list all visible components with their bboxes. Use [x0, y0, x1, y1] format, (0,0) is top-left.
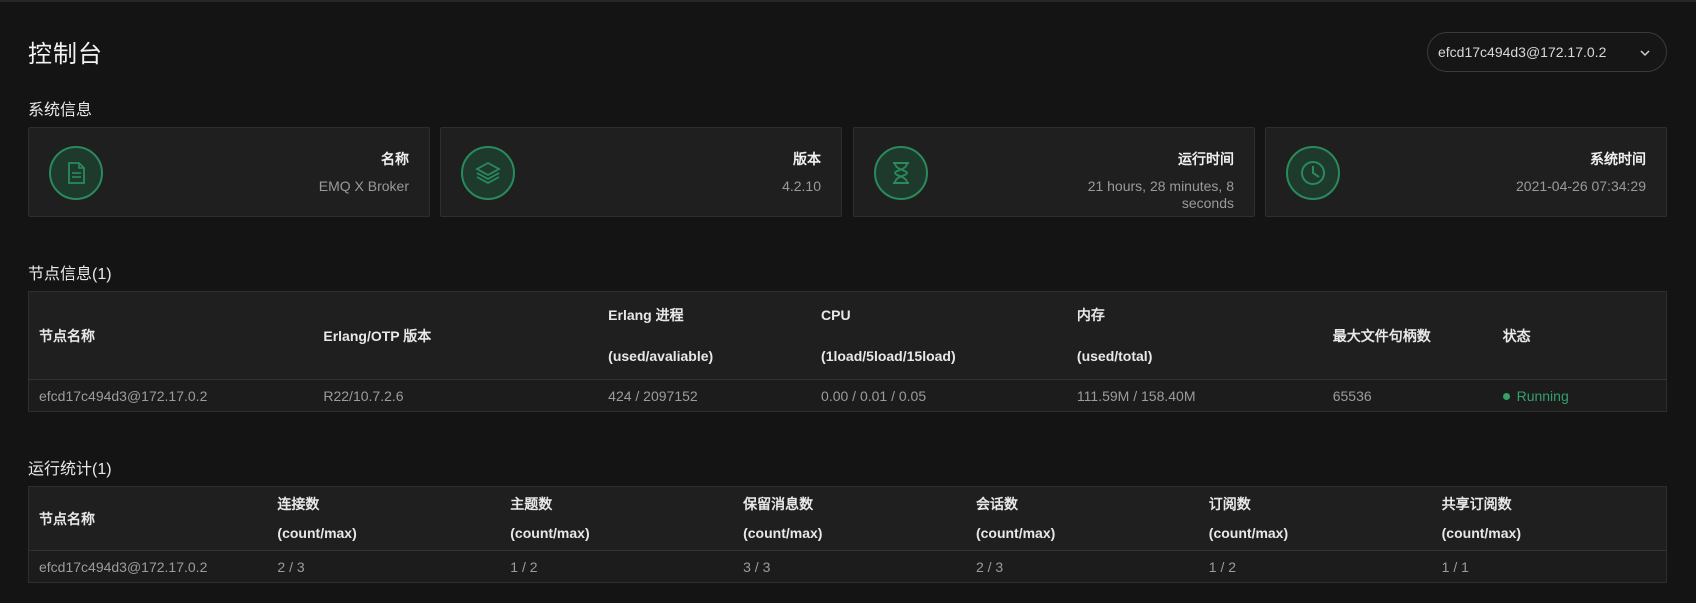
stats-table: 节点名称 连接数 (count/max) 主题数 (count/max) 保留消息数…	[28, 486, 1667, 583]
sessions-cell: 2 / 3	[965, 550, 1199, 583]
node-name-cell: efcd17c494d3@172.17.0.2	[28, 550, 268, 583]
otp-version-cell: R22/10.7.2.6	[313, 379, 599, 412]
status-dot-icon	[1502, 392, 1510, 400]
topics-cell: 1 / 2	[500, 550, 734, 583]
document-icon	[49, 146, 103, 200]
erlang-process-cell: 424 / 2097152	[598, 379, 812, 412]
status-badge: Running	[1502, 388, 1569, 404]
card-label: 名称	[381, 151, 409, 167]
column-header: 状态	[1502, 327, 1531, 344]
column-header: 最大文件句柄数	[1332, 327, 1431, 344]
page-title: 控制台	[28, 41, 103, 68]
card-name: 名称 EMQ X Broker	[28, 127, 430, 217]
retained-cell: 3 / 3	[733, 550, 966, 583]
table-header-row: 节点名称 Erlang/OTP 版本 Erlang 进程 (used/avalia…	[29, 292, 1667, 380]
hourglass-icon	[874, 146, 928, 200]
node-select-dropdown[interactable]: efcd17c494d3@172.17.0.2	[1427, 32, 1667, 72]
column-header: 节点名称	[39, 327, 95, 344]
column-header: Erlang 进程 (used/avaliable)	[608, 307, 714, 364]
table-header-row: 节点名称 连接数 (count/max) 主题数 (count/max) 保留消息数…	[29, 487, 1667, 551]
column-header: 节点名称	[39, 510, 95, 527]
max-fds-cell: 65536	[1322, 379, 1493, 412]
table-row: efcd17c494d3@172.17.0.2 R22/10.7.2.6 424…	[28, 379, 1667, 412]
card-label: 版本	[793, 151, 821, 167]
stats-title: 运行统计(1)	[28, 461, 112, 478]
card-label: 运行时间	[1178, 151, 1234, 167]
card-value: EMQ X Broker	[318, 178, 409, 194]
nodes-table: 节点名称 Erlang/OTP 版本 Erlang 进程 (used/avalia…	[28, 291, 1667, 412]
clock-icon	[1286, 146, 1340, 200]
card-value: 4.2.10	[782, 178, 821, 194]
layers-icon	[461, 146, 515, 200]
node-name-cell: efcd17c494d3@172.17.0.2	[28, 379, 314, 412]
memory-cell: 111.59M / 158.40M	[1066, 379, 1323, 412]
column-header: 连接数 (count/max)	[277, 496, 357, 541]
cpu-cell: 0.00 / 0.01 / 0.05	[811, 379, 1067, 412]
column-header: 主题数 (count/max)	[510, 496, 590, 541]
shared-subscriptions-cell: 1 / 1	[1431, 550, 1667, 583]
subscriptions-cell: 1 / 2	[1198, 550, 1432, 583]
column-header: CPU (1load/5load/15load)	[821, 307, 956, 364]
node-select-value: efcd17c494d3@172.17.0.2	[1438, 44, 1607, 60]
table-row: efcd17c494d3@172.17.0.2 2 / 3 1 / 2 3 / …	[28, 550, 1667, 583]
card-system-time: 系统时间 2021-04-26 07:34:29	[1265, 127, 1667, 217]
column-header: 会话数 (count/max)	[975, 496, 1056, 541]
card-version: 版本 4.2.10	[440, 127, 842, 217]
card-uptime: 运行时间 21 hours, 28 minutes, 8 seconds	[853, 127, 1255, 217]
column-header: 内存 (used/total)	[1076, 307, 1153, 364]
status-cell: Running	[1492, 379, 1667, 412]
column-header: Erlang/OTP 版本	[323, 327, 432, 344]
column-header: 订阅数 (count/max)	[1208, 496, 1289, 541]
connections-cell: 2 / 3	[267, 550, 501, 583]
nodes-title: 节点信息(1)	[28, 266, 112, 283]
card-value: 21 hours, 28 minutes, 8 seconds	[1087, 178, 1234, 211]
system-info-cards: 名称 EMQ X Broker 版本 4.2.10 运行时间 21 hours,…	[28, 127, 1667, 217]
system-info-title: 系统信息	[28, 102, 93, 119]
top-divider	[0, 0, 1696, 2]
column-header: 共享订阅数 (count/max)	[1441, 496, 1521, 541]
card-label: 系统时间	[1590, 151, 1646, 167]
card-value: 2021-04-26 07:34:29	[1516, 178, 1646, 194]
column-header: 保留消息数 (count/max)	[743, 496, 823, 541]
chevron-down-icon	[1640, 50, 1650, 57]
